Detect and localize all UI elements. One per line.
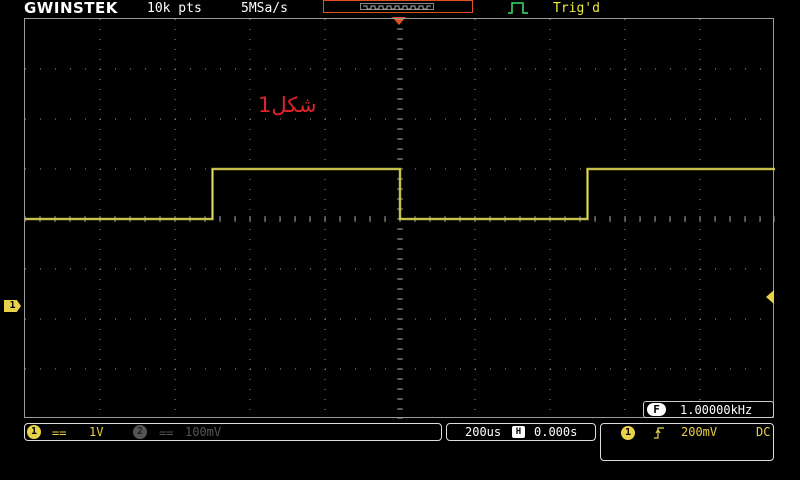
trigger-level[interactable]: 200mV	[681, 425, 717, 439]
top-status-bar: GWINSTEK 10k pts 5MSa/s Trig'd	[0, 0, 800, 17]
rising-edge-icon	[654, 427, 664, 439]
memory-bar	[323, 0, 473, 13]
trigger-level-marker-icon[interactable]	[766, 290, 774, 304]
brand-logo: GWINSTEK	[24, 0, 118, 17]
ch1-ground-marker-icon[interactable]: 1	[4, 300, 21, 312]
horizontal-position[interactable]: 0.000s	[534, 425, 577, 439]
ch2-scale[interactable]: 100mV	[185, 425, 221, 439]
memory-waveform-icon	[363, 5, 431, 10]
trigger-pulse-icon	[508, 2, 528, 14]
trigger-panel[interactable]: 1 200mV DC	[600, 423, 774, 461]
trigger-status: Trig'd	[553, 1, 600, 16]
memory-window	[360, 3, 434, 10]
channel-info-panel[interactable]: 1 == 1V 2 == 100mV	[24, 423, 442, 441]
frequency-measurement[interactable]: F 1.00000kHz	[643, 401, 774, 418]
ch1-waveform-core	[25, 168, 775, 220]
horizontal-position-icon: H	[512, 426, 525, 438]
record-length: 10k pts	[147, 1, 202, 16]
trigger-source-icon: 1	[621, 426, 635, 440]
trigger-coupling[interactable]: DC	[756, 425, 770, 439]
ch1-coupling-icon: ==	[52, 426, 67, 440]
timebase-scale[interactable]: 200us	[465, 425, 501, 439]
ch2-icon[interactable]: 2	[133, 425, 147, 439]
sample-rate: 5MSa/s	[241, 1, 288, 16]
frequency-value: 1.00000kHz	[680, 403, 753, 417]
ch1-scale[interactable]: 1V	[89, 425, 103, 439]
graticule	[25, 19, 775, 419]
ch1-icon[interactable]: 1	[27, 425, 41, 439]
waveform-display[interactable]	[24, 18, 775, 419]
frequency-label-icon: F	[647, 403, 666, 416]
annotation-text: شکل1	[258, 93, 317, 117]
ch2-coupling-icon: ==	[159, 426, 174, 440]
timebase-panel[interactable]: 200us H 0.000s	[446, 423, 596, 441]
